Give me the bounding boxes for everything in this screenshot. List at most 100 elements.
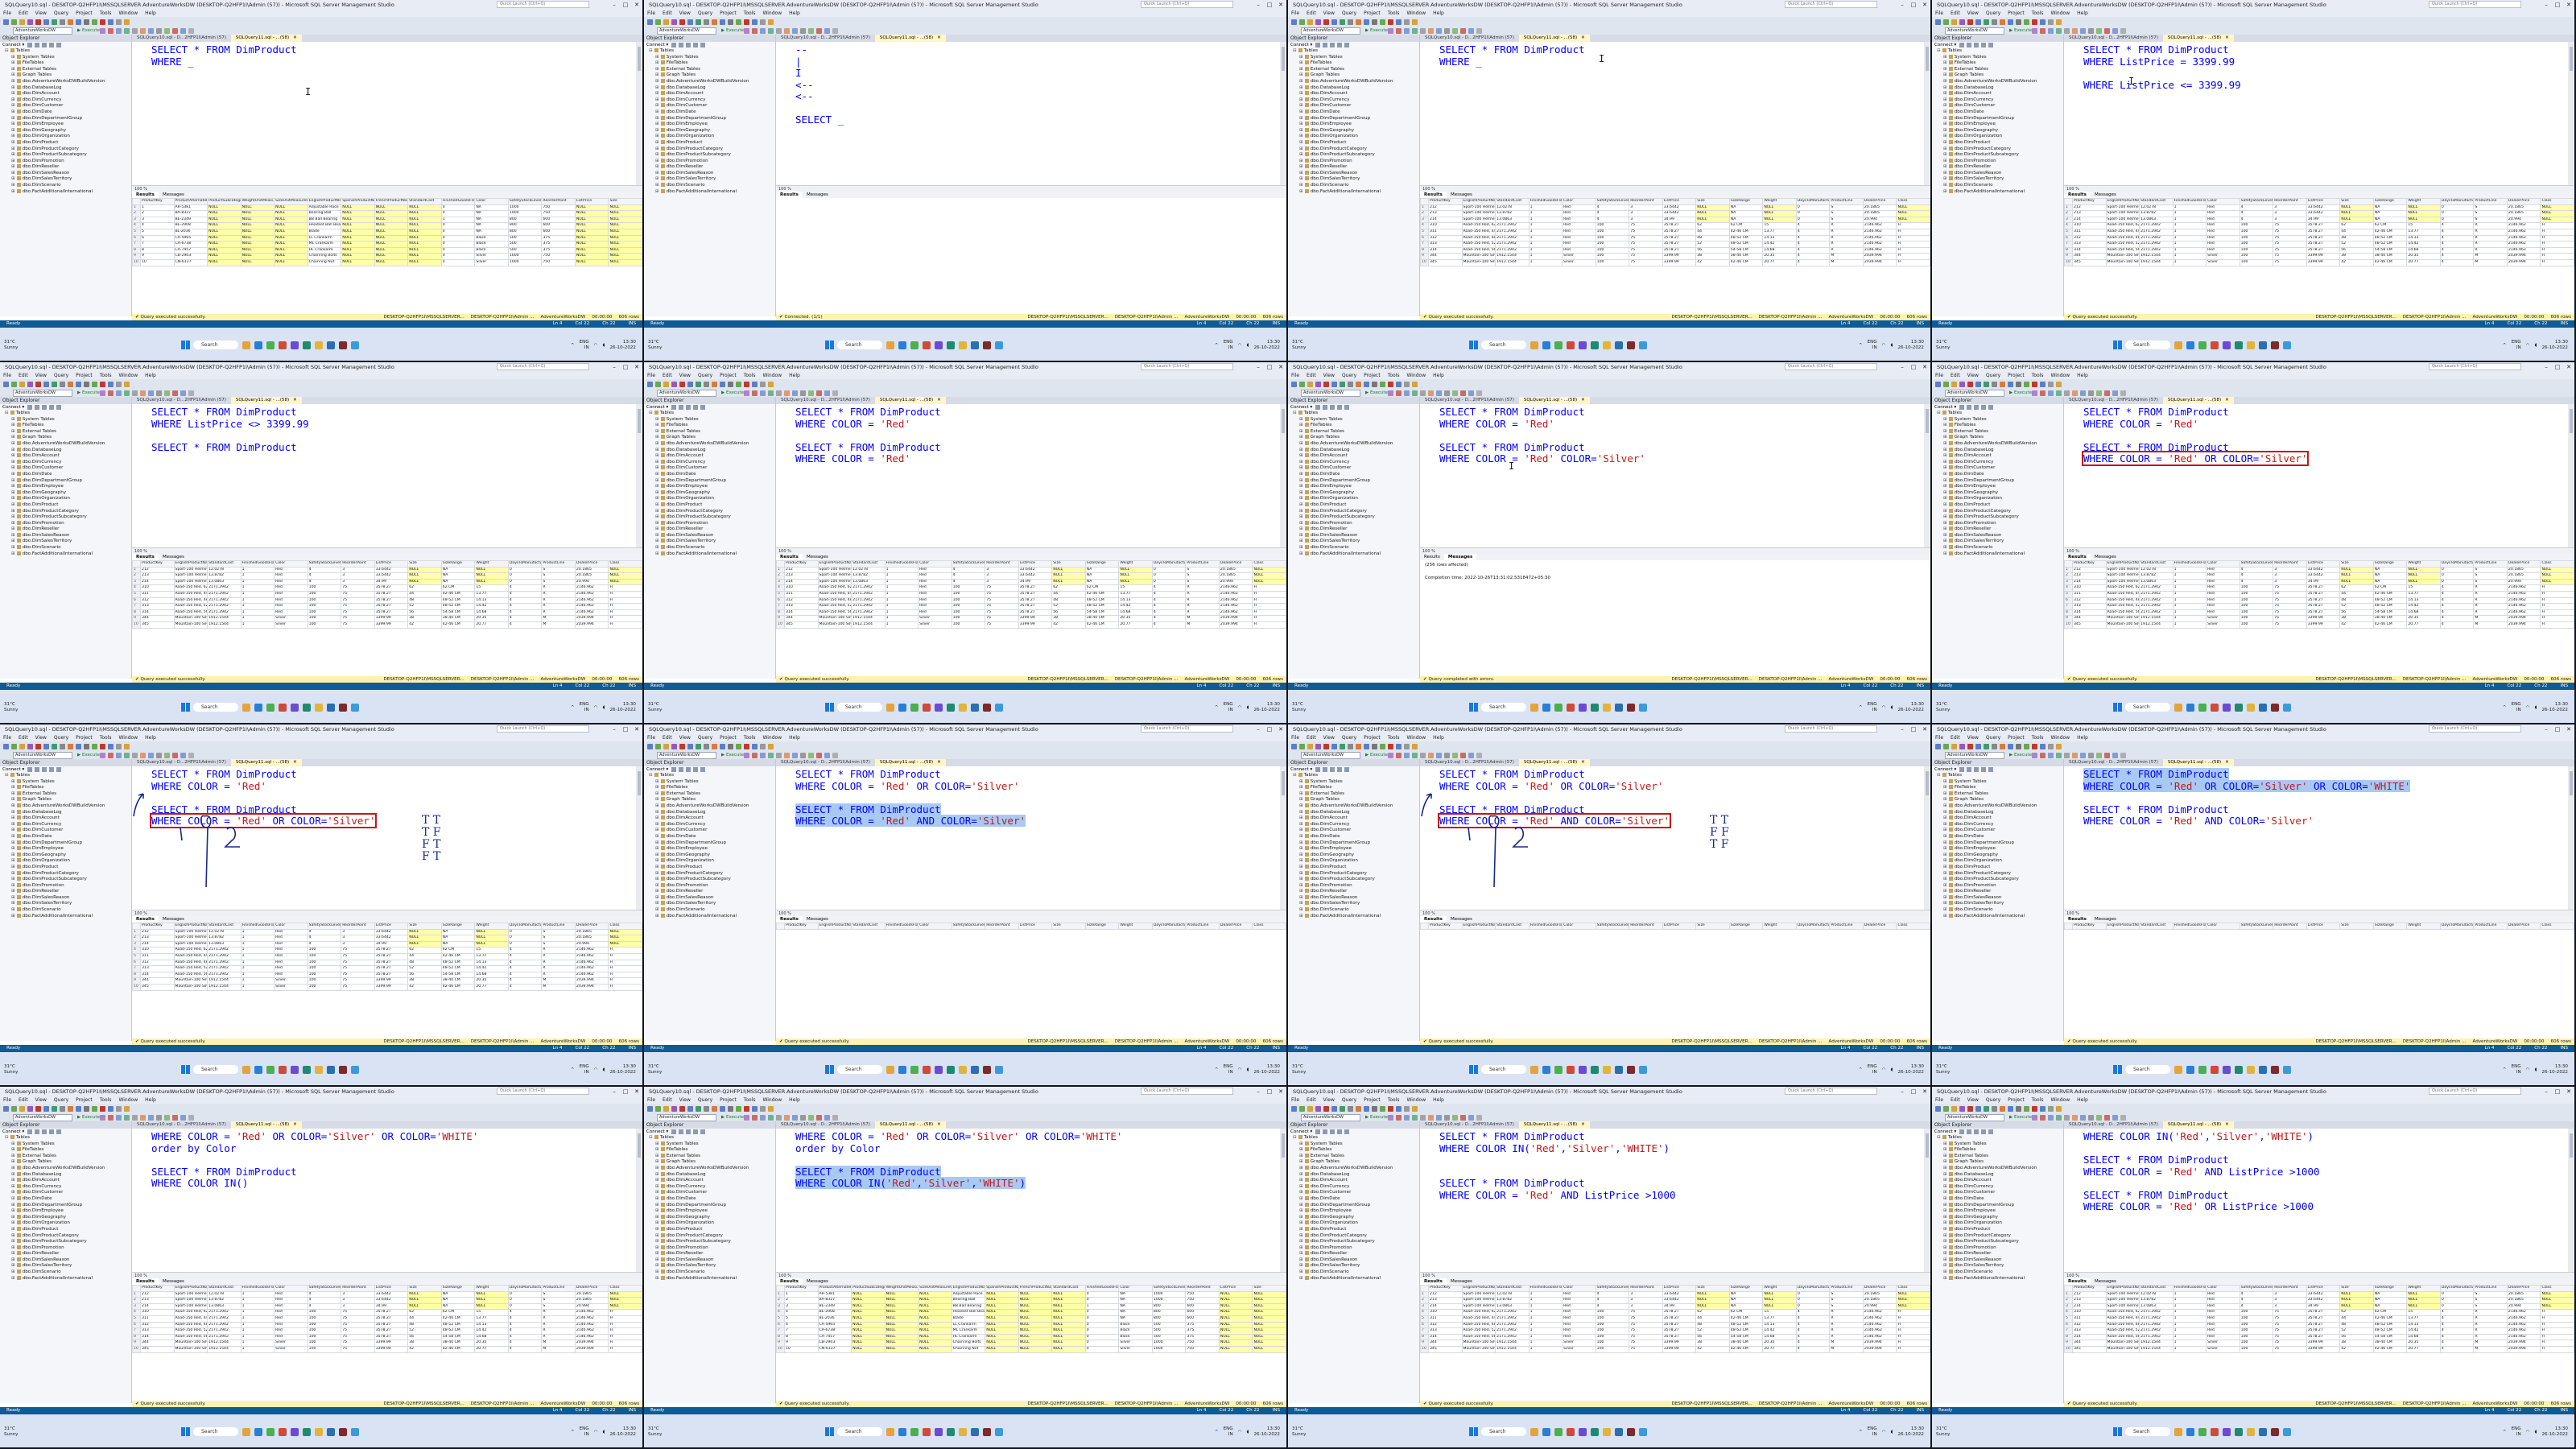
expand-icon[interactable]: ⊞ — [655, 791, 659, 796]
table-cell[interactable]: H — [608, 590, 642, 598]
table-cell[interactable]: 44 — [407, 1315, 442, 1323]
menu-item-edit[interactable]: Edit — [1951, 373, 1960, 378]
menu-item-tools[interactable]: Tools — [1388, 1097, 1400, 1103]
table-cell[interactable]: NA — [2372, 572, 2408, 580]
toolbar-icon[interactable] — [155, 1114, 162, 1121]
object-explorer-tool-icon[interactable] — [1330, 1129, 1335, 1134]
expand-icon[interactable]: ⊞ — [1943, 116, 1947, 121]
expand-icon[interactable]: ⊞ — [1943, 134, 1947, 138]
toolbar-icon[interactable] — [1451, 390, 1458, 396]
table-cell[interactable]: Road-150 Red, 56 — [2105, 246, 2140, 254]
table-cell[interactable]: 48 — [407, 597, 442, 605]
tab-query-active[interactable]: SQLQuery11.sql - ...(58) ✕ — [230, 1121, 302, 1129]
tree-item[interactable]: ⊞ dbo.FactAdditionalInternational — [1932, 551, 2063, 558]
minimize-button[interactable]: – — [609, 2, 620, 8]
table-cell[interactable]: S — [1185, 566, 1220, 574]
table-cell[interactable]: 1 — [240, 935, 275, 942]
tree-item[interactable]: ⊞ dbo.DimCustomer — [0, 1190, 131, 1196]
table-row[interactable]: 6 312 Road-150 Red, 48 2171.2942 1 Red 100 75 35… — [1420, 234, 1930, 242]
tree-item[interactable]: ⊞ dbo.DimCurrency — [644, 459, 775, 466]
table-cell[interactable]: 9 — [784, 1340, 819, 1347]
taskbar-app-icon[interactable] — [923, 703, 931, 712]
tree-item[interactable]: ⊟ Tables — [644, 1135, 775, 1141]
tree-item[interactable]: ⊞ dbo.DimReseller — [0, 1251, 131, 1257]
table-cell[interactable]: H — [1896, 241, 1930, 248]
results-column-header[interactable]: Size — [407, 923, 442, 930]
table-cell[interactable]: 1 — [2172, 241, 2207, 248]
menu-item-tools[interactable]: Tools — [744, 373, 756, 378]
tree-item[interactable]: ⊞ dbo.DimOrganization — [644, 496, 775, 502]
tree-item[interactable]: ⊞ dbo.DimReseller — [0, 164, 131, 171]
table-cell[interactable]: Adjustable Race — [951, 1290, 986, 1298]
table-cell[interactable]: 1912.1544 — [1495, 253, 1530, 260]
taskbar-app-icon[interactable] — [2235, 1065, 2243, 1074]
editor-scrollbar[interactable] — [1280, 1129, 1286, 1272]
tree-item[interactable]: ⊞ dbo.DimSalesReason — [1288, 1257, 1419, 1264]
tree-item[interactable]: ⊞ System Tables — [1288, 1141, 1419, 1148]
toolbar-icon[interactable] — [155, 27, 162, 34]
expand-icon[interactable]: ⊞ — [1299, 1233, 1303, 1238]
table-cell[interactable]: M — [2473, 253, 2508, 260]
table-cell[interactable]: R — [2473, 584, 2508, 592]
toolbar-icon[interactable] — [163, 390, 170, 396]
table-cell[interactable]: 312 — [140, 959, 175, 967]
table-cell[interactable]: 10 — [140, 258, 175, 266]
table-cell[interactable]: 0 — [1084, 1340, 1120, 1347]
table-cell[interactable]: 2146.962 — [574, 1315, 609, 1323]
database-select[interactable]: AdventureWorksDW — [1945, 27, 2004, 35]
object-explorer-tool-icon[interactable] — [1974, 405, 1979, 410]
expand-icon[interactable]: ⊞ — [11, 1257, 15, 1262]
editor-scrollbar[interactable] — [636, 766, 642, 910]
table-cell[interactable]: 13.8782 — [1495, 210, 1530, 217]
toolbar-icon[interactable] — [736, 743, 741, 749]
toolbar-icon[interactable] — [1984, 19, 1989, 25]
table-cell[interactable]: Sport-100 Helmet, Red — [2105, 566, 2140, 574]
table-cell[interactable]: 48-52 CM — [1728, 234, 1764, 242]
sql-code[interactable]: SELECT * FROM DimProduct WHERE COLOR = 'R… — [1439, 406, 1645, 465]
table-cell[interactable]: Red — [2206, 204, 2240, 212]
table-cell[interactable]: Road-150 Red, 62 — [817, 584, 852, 592]
table-cell[interactable]: M — [1829, 253, 1864, 260]
table-cell[interactable]: 344 — [784, 615, 819, 622]
table-cell[interactable]: 100 — [951, 603, 986, 610]
table-cell[interactable]: 100 — [2239, 584, 2274, 592]
table-cell[interactable]: NULL — [341, 253, 375, 260]
table-cell[interactable]: H — [1896, 234, 1930, 242]
table-cell[interactable]: 375 — [1185, 1333, 1220, 1341]
results-column-header[interactable]: Class — [1252, 923, 1286, 930]
tree-item[interactable]: ⊞ dbo.DimProductSubcategory — [1288, 152, 1419, 159]
taskbar-app-icon[interactable] — [2259, 703, 2267, 712]
expand-icon[interactable]: ⊞ — [1299, 1257, 1303, 1262]
table-cell[interactable]: 75 — [1629, 1315, 1663, 1323]
table-cell[interactable]: 1912.1544 — [2139, 615, 2174, 622]
table-cell[interactable]: 100 — [2239, 258, 2274, 266]
table-cell[interactable]: 3578.27 — [374, 952, 409, 960]
table-cell[interactable]: NULL — [985, 1345, 1019, 1353]
table-cell[interactable]: 3578.27 — [2306, 603, 2341, 610]
results-column-header[interactable]: Color — [274, 560, 308, 568]
expand-icon[interactable]: ⊞ — [655, 907, 659, 912]
tree-item[interactable]: ⊞ dbo.DimCustomer — [1932, 465, 2063, 472]
table-cell[interactable]: 52 — [2339, 241, 2374, 248]
table-cell[interactable]: 3 — [341, 935, 375, 942]
query-editor[interactable]: SELECT * FROM DimProduct WHERE COLOR = 'R… — [776, 766, 1286, 910]
table-cell[interactable]: 4 — [507, 597, 543, 605]
object-explorer-tool-icon[interactable] — [27, 767, 33, 772]
table-cell[interactable]: 4 — [507, 965, 543, 972]
table-cell[interactable]: H — [608, 1315, 642, 1323]
table-cell[interactable]: H — [2540, 222, 2574, 229]
table-cell[interactable]: H — [608, 584, 642, 592]
maximize-button[interactable]: □ — [620, 726, 631, 733]
table-cell[interactable]: 3399.99 — [374, 1345, 409, 1353]
expand-icon[interactable]: ⊞ — [1299, 435, 1303, 440]
expand-icon[interactable]: ⊞ — [1299, 72, 1303, 77]
table-cell[interactable]: NA — [440, 928, 476, 936]
table-cell[interactable]: 100 — [2239, 597, 2274, 605]
tab-query-active[interactable]: SQLQuery11.sql - ...(58) ✕ — [2162, 35, 2234, 42]
results-column-header[interactable]: DaysToManufacture — [2439, 923, 2475, 930]
minimize-button[interactable]: – — [609, 364, 620, 370]
table-cell[interactable]: 750 — [1185, 1345, 1220, 1353]
expand-icon[interactable]: ⊞ — [11, 785, 15, 790]
toolbar-icon[interactable] — [728, 1105, 733, 1112]
windows-start-icon[interactable] — [1469, 1065, 1478, 1074]
